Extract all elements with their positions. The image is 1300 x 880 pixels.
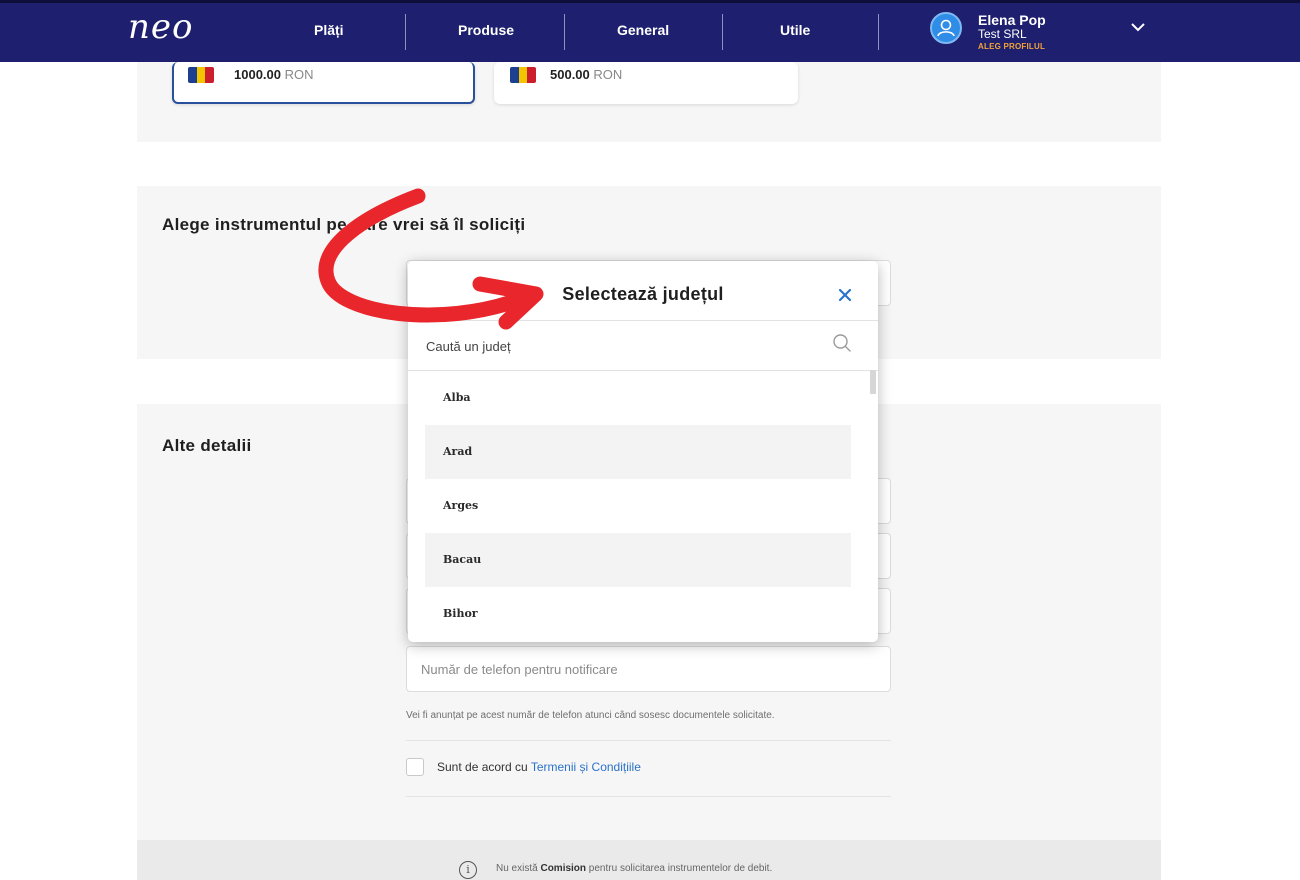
avatar-user-icon[interactable] <box>930 12 962 44</box>
county-item-bihor[interactable]: Bihor <box>425 587 851 641</box>
divider <box>406 740 891 741</box>
search-icon[interactable] <box>831 332 853 354</box>
amount-option-1000[interactable]: 1000.00 RON <box>172 62 475 104</box>
details-section-title: Alte detalii <box>162 436 252 455</box>
choose-profile-link[interactable]: ALEG PROFILUL <box>978 42 1045 51</box>
nav-item-general[interactable]: General <box>617 22 669 38</box>
nav-divider <box>564 14 565 50</box>
phone-helper-text: Vei fi anunțat pe acest număr de telefon… <box>406 710 775 721</box>
romania-flag-icon <box>188 67 214 83</box>
terms-label: Sunt de acord cu Termenii și Condițiile <box>437 760 641 774</box>
county-list: Alba Arad Arges Bacau Bihor <box>425 371 851 641</box>
neo-logo[interactable]: neo <box>128 7 194 47</box>
county-item-arges[interactable]: Arges <box>425 479 851 533</box>
nav-divider <box>878 14 879 50</box>
commission-info-bar <box>137 840 1161 880</box>
romania-flag-icon <box>510 67 536 83</box>
profile-name[interactable]: Elena Pop <box>978 12 1046 28</box>
info-icon: i <box>459 861 477 879</box>
county-item-bacau[interactable]: Bacau <box>425 533 851 587</box>
chevron-down-icon[interactable] <box>1128 19 1148 35</box>
county-item-alba[interactable]: Alba <box>425 371 851 425</box>
nav-item-utile[interactable]: Utile <box>780 22 810 38</box>
profile-company: Test SRL <box>978 27 1027 41</box>
nav-divider <box>722 14 723 50</box>
county-search-input[interactable] <box>408 321 878 371</box>
amount-value: 500.00 RON <box>550 67 623 82</box>
terms-prefix: Sunt de acord cu <box>437 760 531 774</box>
modal-title: Selectează județul <box>562 284 724 304</box>
county-item-arad[interactable]: Arad <box>425 425 851 479</box>
list-scrollbar[interactable] <box>870 370 876 394</box>
nav-item-plati[interactable]: Plăți <box>314 22 344 38</box>
phone-notification-input[interactable] <box>406 646 891 692</box>
terms-checkbox[interactable] <box>406 758 424 776</box>
commission-info-text: Nu există Comision pentru solicitarea in… <box>496 863 773 874</box>
terms-link[interactable]: Termenii și Condițiile <box>531 760 641 774</box>
amount-value: 1000.00 RON <box>234 67 314 82</box>
nav-divider <box>405 14 406 50</box>
county-select-modal: Selectează județul Alba Arad Arges Bacau… <box>408 261 878 642</box>
instrument-section-title: Alege instrumentul pe care vrei să îl so… <box>162 215 526 234</box>
nav-item-produse[interactable]: Produse <box>458 22 514 38</box>
top-navigation-bar: neo Plăți Produse General Utile Elena Po… <box>0 0 1300 62</box>
amount-option-500[interactable]: 500.00 RON <box>494 62 798 104</box>
close-icon[interactable] <box>833 283 857 307</box>
divider <box>406 796 891 797</box>
